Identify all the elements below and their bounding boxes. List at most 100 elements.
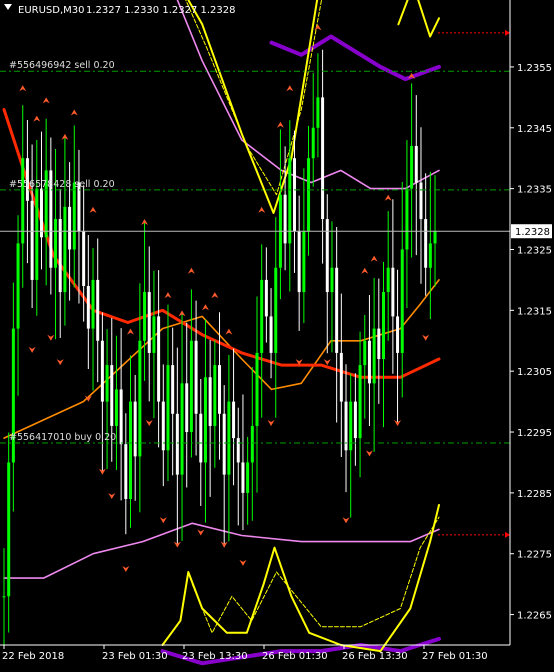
candle-body — [68, 206, 72, 250]
candle-body — [381, 292, 385, 360]
candle-body — [246, 462, 250, 493]
current-price-label: 1.2328 — [515, 227, 550, 238]
candle-body — [339, 352, 343, 402]
candle-body — [82, 231, 86, 286]
candle-body — [400, 249, 404, 353]
candle-body — [203, 377, 207, 463]
price-tick-label: 1.2285 — [517, 489, 552, 500]
candle-body — [424, 219, 428, 268]
candle-body — [58, 219, 62, 293]
price-tick-label: 1.2355 — [517, 63, 552, 74]
candle-body — [222, 413, 226, 475]
candle-body — [91, 279, 95, 329]
candle-body — [236, 438, 240, 463]
candle-body — [321, 97, 325, 220]
candle-body — [307, 158, 311, 232]
chart-canvas[interactable]: #556496942 sell 0.20 #556578428 sell 0.20… — [0, 0, 554, 668]
candle-body — [72, 182, 76, 250]
price-tick-label: 1.2315 — [517, 306, 552, 317]
candle-body — [241, 462, 245, 493]
candle-body — [96, 279, 100, 341]
time-tick-label: 26 Feb 13:30 — [342, 651, 408, 662]
candle-body — [250, 425, 254, 463]
candle-body — [16, 243, 20, 329]
candle-body — [110, 365, 114, 426]
candle-body — [114, 389, 118, 426]
candle-body — [330, 267, 334, 293]
candle-body — [133, 401, 137, 457]
time-tick-label: 22 Feb 2018 — [2, 651, 64, 662]
candle-body — [100, 340, 104, 402]
price-tick-label: 1.2305 — [517, 367, 552, 378]
candle-body — [171, 365, 175, 414]
candle-body — [396, 316, 400, 353]
time-tick-label: 27 Feb 01:30 — [422, 651, 488, 662]
candle-body — [105, 365, 109, 402]
chart-ohlc-quote: 1.2327 1.2330 1.2327 1.2328 — [86, 5, 236, 16]
price-tick-label: 1.2265 — [517, 611, 552, 622]
candle-body — [358, 365, 362, 439]
candle-body — [232, 401, 236, 439]
candle-body — [391, 267, 395, 317]
candle-body — [414, 146, 418, 183]
candle-body — [157, 316, 161, 402]
candle-body — [264, 279, 268, 317]
candle-body — [143, 292, 147, 341]
candle-body — [218, 365, 222, 414]
candle-body — [119, 389, 123, 445]
candle-body — [419, 182, 423, 220]
candle-body — [138, 340, 142, 457]
candle-body — [166, 365, 170, 451]
candle-body — [302, 231, 306, 293]
candle-body — [63, 206, 67, 293]
candle-body — [410, 146, 414, 189]
order-label: #556578428 sell 0.20 — [9, 179, 115, 190]
candle-body — [363, 340, 367, 366]
candle-body — [283, 194, 287, 244]
time-tick-label: 26 Feb 01:30 — [262, 651, 328, 662]
candle-body — [288, 158, 292, 244]
candle-body — [7, 462, 11, 597]
price-tick-label: 1.2295 — [517, 428, 552, 439]
order-label: #556417010 buy 0.20 — [9, 432, 116, 443]
candle-body — [54, 219, 58, 268]
price-tick-label: 1.2275 — [517, 550, 552, 561]
candle-body — [147, 292, 151, 353]
price-tick-label: 1.2345 — [517, 124, 552, 135]
candle-body — [325, 219, 329, 293]
candle-body — [377, 328, 381, 360]
candle-body — [372, 328, 376, 384]
candle-body — [194, 340, 198, 414]
candle-body — [405, 188, 409, 250]
candle-body — [35, 188, 39, 280]
candle-body — [175, 413, 179, 475]
candle-body — [316, 97, 320, 128]
candle-body — [353, 401, 357, 439]
order-label: #556496942 sell 0.20 — [9, 60, 115, 71]
candle-body — [180, 383, 184, 475]
candle-body — [311, 127, 315, 159]
candle-body — [335, 267, 339, 353]
candle-body — [213, 365, 217, 426]
candle-body — [189, 340, 193, 433]
chart-symbol-timeframe: EURUSD,M30 — [18, 5, 84, 16]
candle-body — [185, 383, 189, 433]
candle-body — [152, 316, 156, 353]
candle-body — [274, 267, 278, 353]
candle-body — [30, 200, 34, 280]
candle-body — [428, 243, 432, 268]
candle-body — [86, 285, 90, 329]
candle-body — [2, 596, 6, 598]
candle-body — [386, 267, 390, 293]
candle-body — [21, 158, 25, 244]
price-tick-label: 1.2325 — [517, 245, 552, 256]
price-chart[interactable]: #556496942 sell 0.20 #556578428 sell 0.20… — [0, 0, 554, 668]
candle-body — [255, 352, 259, 426]
candle-body — [124, 444, 128, 499]
candle-body — [292, 158, 296, 232]
candle-body — [367, 340, 371, 384]
candle-body — [297, 231, 301, 293]
candle-body — [39, 188, 43, 238]
candle-body — [208, 377, 212, 426]
candle-body — [128, 401, 132, 499]
